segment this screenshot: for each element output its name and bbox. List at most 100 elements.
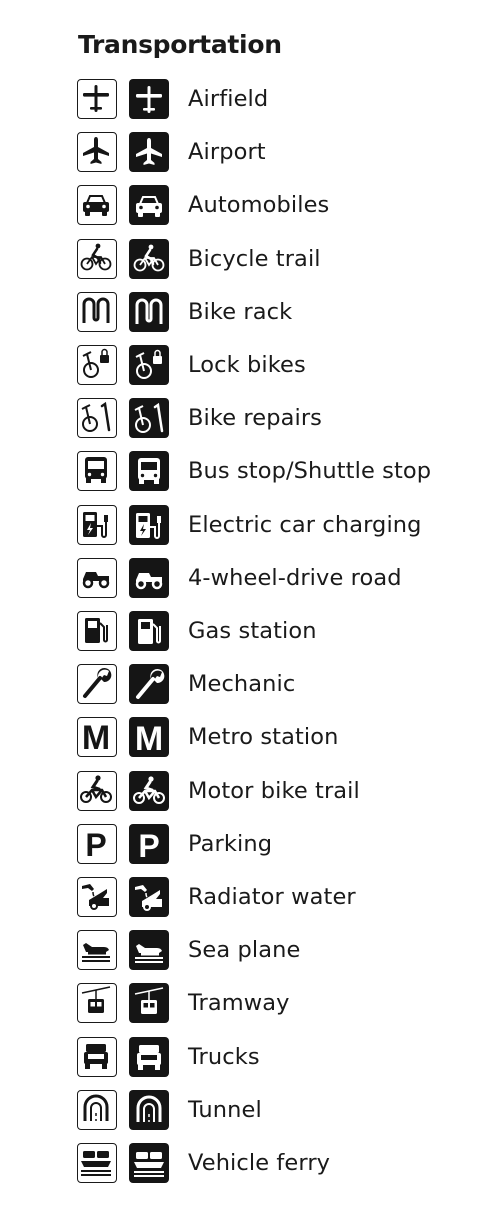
ev-charging-outline-symbol [77, 505, 117, 545]
legend-row: Motor bike trail [77, 771, 477, 813]
bike-rack-icon [82, 297, 110, 324]
bicycle-icon [81, 244, 112, 271]
bicycle-outline-symbol [77, 239, 117, 279]
legend-row: Tramway [77, 983, 477, 1025]
legend-row: Bus stop/Shuttle stop [77, 451, 477, 493]
bus-solid-symbol [129, 451, 169, 491]
legend-label: Airfield [188, 86, 269, 112]
legend-label: Lock bikes [188, 352, 306, 378]
legend-label: Tramway [188, 990, 290, 1016]
airfield-solid-symbol [129, 79, 169, 119]
vehicle-ferry-outline-symbol [77, 1143, 117, 1183]
legend-row: Lock bikes [77, 345, 477, 387]
bus-icon [138, 458, 160, 484]
svg-text:M: M [82, 719, 110, 756]
parking-p-icon: P [138, 828, 159, 864]
airfield-icon [136, 86, 162, 113]
ev-charging-icon [136, 513, 161, 539]
legend-label: Vehicle ferry [188, 1150, 331, 1176]
legend-label: Parking [188, 831, 273, 857]
legend-row: Automobiles [77, 185, 477, 227]
legend-label: Mechanic [188, 671, 296, 697]
sea-plane-solid-symbol [129, 930, 169, 970]
four-wheel-drive-icon [83, 572, 110, 589]
bus-icon [85, 457, 108, 484]
gas-pump-solid-symbol [129, 611, 169, 651]
bike-repairs-icon [81, 402, 111, 433]
legend-row: P P Parking [77, 824, 477, 866]
legend-label: Gas station [188, 618, 317, 644]
radiator-water-icon [82, 884, 110, 911]
tunnel-icon [83, 1094, 109, 1122]
wrench-outline-symbol [77, 664, 117, 704]
legend-label: Electric car charging [188, 512, 422, 538]
legend-row: Electric car charging [77, 505, 477, 547]
bike-rack-outline-symbol [77, 292, 117, 332]
bicycle-solid-symbol [129, 239, 169, 279]
svg-text:P: P [86, 827, 107, 863]
tramway-icon [82, 986, 111, 1014]
tunnel-solid-symbol [129, 1090, 169, 1130]
svg-text:M: M [135, 720, 163, 757]
tramway-icon [134, 987, 164, 1014]
metro-m-icon: M [82, 719, 110, 756]
legend-row: Bicycle trail [77, 239, 477, 281]
legend-label: Bus stop/Shuttle stop [188, 458, 432, 484]
tunnel-outline-symbol [77, 1090, 117, 1130]
legend-label: Automobiles [188, 192, 330, 218]
airport-icon [83, 137, 110, 165]
legend-label: Bike repairs [188, 405, 323, 431]
legend-row: Gas station [77, 611, 477, 653]
legend-row: Airfield [77, 79, 477, 121]
legend-row: Bike rack [77, 292, 477, 334]
legend-row: Sea plane [77, 930, 477, 972]
vehicle-ferry-icon [81, 1151, 112, 1177]
metro-m-icon: M [135, 720, 163, 757]
radiator-water-solid-symbol [129, 877, 169, 917]
page-title: Transportation [78, 30, 282, 59]
airport-icon [136, 138, 162, 165]
airfield-outline-symbol [77, 79, 117, 119]
airport-solid-symbol [129, 132, 169, 172]
wrench-solid-symbol [129, 664, 169, 704]
gas-pump-outline-symbol [77, 611, 117, 651]
legend-row: 4-wheel-drive road [77, 558, 477, 600]
legend-row: Vehicle ferry [77, 1143, 477, 1185]
legend-label: Airport [188, 139, 266, 165]
four-wheel-drive-solid-symbol [129, 558, 169, 598]
bike-repairs-solid-symbol [129, 398, 169, 438]
legend-row: Mechanic [77, 664, 477, 706]
legend-row: Tunnel [77, 1090, 477, 1132]
airfield-icon [83, 85, 110, 113]
radiator-water-outline-symbol [77, 877, 117, 917]
metro-m-solid-symbol: M [129, 717, 169, 757]
legend-label: Sea plane [188, 937, 301, 963]
legend-label: Bike rack [188, 299, 293, 325]
bicycle-icon [133, 244, 165, 272]
motorbike-icon [133, 776, 165, 804]
tramway-solid-symbol [129, 983, 169, 1023]
sea-plane-icon [82, 943, 111, 963]
gas-pump-icon [85, 618, 109, 644]
tramway-outline-symbol [77, 983, 117, 1023]
legend-label: Metro station [188, 724, 339, 750]
legend-label: Trucks [188, 1044, 260, 1070]
truck-solid-symbol [129, 1037, 169, 1077]
bike-rack-icon [135, 298, 163, 324]
four-wheel-drive-icon [135, 573, 163, 590]
legend-label: Tunnel [188, 1097, 262, 1123]
four-wheel-drive-outline-symbol [77, 558, 117, 598]
svg-text:P: P [138, 828, 159, 864]
ev-charging-solid-symbol [129, 505, 169, 545]
wrench-icon [83, 668, 112, 699]
lock-bikes-icon [135, 349, 162, 379]
lock-bikes-outline-symbol [77, 345, 117, 385]
automobile-outline-symbol [77, 185, 117, 225]
wrench-icon [136, 669, 165, 699]
sea-plane-icon [135, 944, 163, 963]
bike-repairs-icon [134, 402, 164, 433]
parking-p-icon: P [86, 827, 107, 863]
legend-label: Bicycle trail [188, 246, 321, 272]
vehicle-ferry-icon [134, 1152, 164, 1177]
airport-outline-symbol [77, 132, 117, 172]
